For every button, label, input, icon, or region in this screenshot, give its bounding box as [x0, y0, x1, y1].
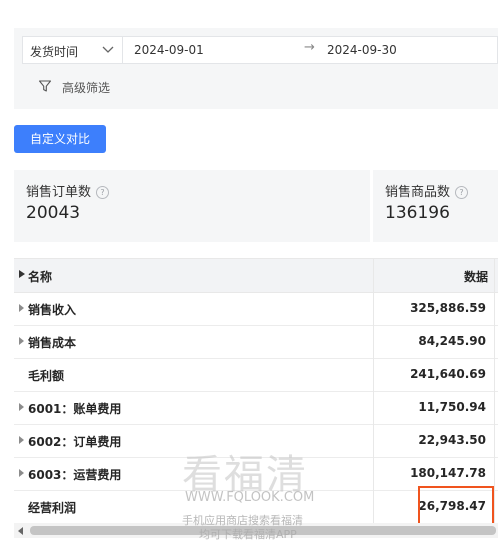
stat-value: 136196	[385, 203, 450, 223]
row-value: 11,750.94	[418, 400, 486, 414]
date-range-filter: 发货时间 2024-09-01 → 2024-09-30	[22, 36, 498, 64]
row-value: 84,245.90	[418, 334, 486, 348]
row-name: 6001：账单费用	[28, 402, 122, 416]
custom-compare-button[interactable]: 自定义对比	[14, 125, 106, 153]
column-header-data[interactable]: 数据	[464, 268, 488, 285]
row-name: 6003：运营费用	[28, 468, 122, 482]
date-range-arrow-icon: →	[304, 40, 315, 55]
column-header-name: 名称	[28, 270, 53, 284]
date-type-label: 发货时间	[30, 45, 79, 59]
scroll-thumb[interactable]	[30, 526, 496, 535]
expand-caret-icon[interactable]	[19, 337, 24, 345]
expand-caret-icon[interactable]	[19, 403, 24, 411]
expand-caret-icon[interactable]	[19, 436, 24, 444]
table-header: 名称 数据	[14, 259, 498, 293]
row-value: 241,640.69	[410, 367, 486, 381]
table-row[interactable]: 销售收入 325,886.59	[14, 292, 498, 326]
scroll-left-icon[interactable]	[18, 527, 23, 535]
stat-value: 20043	[26, 203, 81, 223]
row-name: 6002：订单费用	[28, 435, 122, 449]
table-row[interactable]: 销售成本 84,245.90	[14, 325, 498, 359]
row-value: 180,147.78	[410, 466, 486, 480]
date-type-select[interactable]: 发货时间	[23, 37, 123, 63]
profit-table: 名称 数据 销售收入 325,886.59 销售成本 84,245.90 毛利额…	[14, 258, 498, 524]
start-date-input[interactable]: 2024-09-01	[134, 43, 204, 57]
highlight-box	[418, 486, 494, 528]
row-name: 经营利润	[28, 501, 77, 515]
row-name: 销售收入	[28, 303, 77, 317]
end-date-input[interactable]: 2024-09-30	[327, 43, 397, 57]
advanced-filter-label: 高级筛选	[62, 81, 111, 95]
table-row: 毛利额 241,640.69	[14, 358, 498, 392]
help-icon[interactable]: ?	[455, 186, 469, 199]
column-divider	[494, 259, 495, 524]
row-value: 325,886.59	[410, 301, 486, 315]
row-value: 22,943.50	[418, 433, 486, 447]
collapse-caret-icon[interactable]	[19, 270, 25, 278]
help-icon[interactable]: ?	[96, 186, 110, 199]
row-name: 毛利额	[28, 369, 65, 383]
filter-icon	[38, 80, 52, 92]
expand-caret-icon[interactable]	[19, 469, 24, 477]
table-row[interactable]: 6002：订单费用 22,943.50	[14, 424, 498, 458]
chevron-down-icon	[102, 46, 114, 53]
horizontal-scrollbar[interactable]	[14, 523, 498, 538]
stat-title: 销售商品数	[385, 185, 451, 200]
row-name: 销售成本	[28, 336, 77, 350]
expand-caret-icon[interactable]	[19, 304, 24, 312]
stat-card-items: 销售商品数? 136196	[373, 170, 498, 242]
stat-title: 销售订单数	[26, 185, 92, 200]
stat-card-orders: 销售订单数? 20043	[14, 170, 370, 242]
table-row[interactable]: 6001：账单费用 11,750.94	[14, 391, 498, 425]
column-divider	[373, 259, 374, 524]
